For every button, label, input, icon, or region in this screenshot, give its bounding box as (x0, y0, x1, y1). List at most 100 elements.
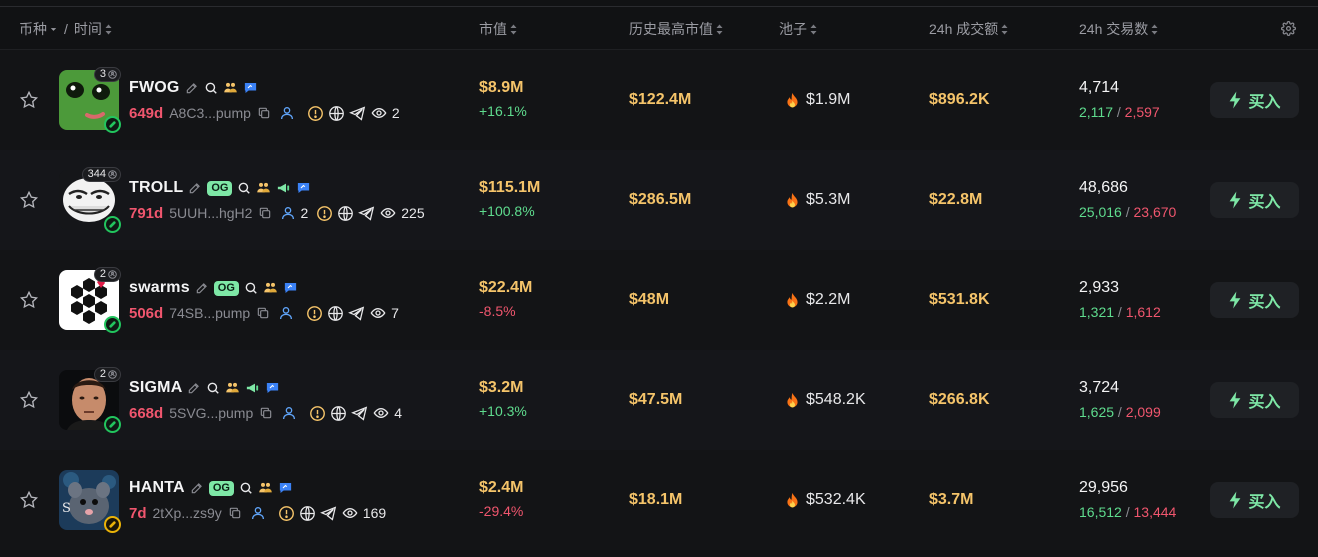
search-icon[interactable] (206, 381, 220, 395)
edit-pencil-icon[interactable] (190, 481, 204, 495)
token-symbol[interactable]: swarms (129, 279, 190, 297)
token-symbol[interactable]: FWOG (129, 79, 180, 97)
column-txns[interactable]: 24h 交易数 (1079, 7, 1158, 51)
user-icon[interactable] (280, 205, 296, 221)
column-pool[interactable]: 池子 (779, 7, 817, 51)
contract-address[interactable]: 5SVG...pump (169, 405, 253, 421)
holders-badge: 344 (81, 167, 121, 182)
warning-icon[interactable] (306, 305, 323, 322)
favorite-star-icon[interactable] (19, 90, 39, 110)
search-icon[interactable] (204, 81, 218, 95)
time-column-label[interactable]: 时间 (74, 19, 102, 39)
sells-count: 2,597 (1124, 104, 1160, 120)
edit-pencil-icon[interactable] (187, 381, 201, 395)
ath-market-cap: $48M (629, 291, 670, 308)
token-symbol[interactable]: HANTA (129, 479, 185, 497)
website-globe-icon[interactable] (327, 305, 344, 322)
contract-address[interactable]: 2tXp...zs9y (153, 505, 222, 521)
copy-icon[interactable] (258, 206, 272, 220)
token-info-line: 668d 5SVG...pump 4 (129, 403, 402, 423)
table-row[interactable]: 2 swarms OG 506d 74SB...pump 7 $22.4M -8.5% $48M… (0, 250, 1318, 350)
token-column-label[interactable]: 币种 (19, 19, 47, 39)
sort-icon[interactable] (810, 24, 817, 35)
telegram-icon[interactable] (358, 205, 375, 222)
dev-holders-icon (223, 81, 238, 95)
website-globe-icon[interactable] (328, 105, 345, 122)
token-info-line: 791d 5UUH...hgH2 2 225 (129, 203, 425, 223)
sort-icon[interactable] (716, 24, 723, 35)
token-avatar[interactable]: 344 (59, 167, 121, 233)
contract-address[interactable]: 5UUH...hgH2 (169, 205, 252, 221)
warning-icon[interactable] (309, 405, 326, 422)
copy-icon[interactable] (256, 306, 270, 320)
token-avatar[interactable]: 2 (59, 267, 121, 333)
search-icon[interactable] (239, 481, 253, 495)
edit-pencil-icon[interactable] (188, 181, 202, 195)
warning-icon[interactable] (307, 105, 324, 122)
token-symbol[interactable]: TROLL (129, 179, 183, 197)
sort-icon[interactable] (1151, 24, 1158, 35)
column-volume[interactable]: 24h 成交额 (929, 7, 1008, 51)
chat-icon[interactable] (243, 81, 258, 95)
fire-icon (785, 92, 800, 109)
og-badge: OG (213, 280, 239, 296)
search-icon[interactable] (244, 281, 258, 295)
market-cap-change: +10.3% (479, 403, 527, 419)
user-icon[interactable] (250, 505, 266, 521)
token-avatar[interactable]: S (59, 470, 121, 533)
token-avatar[interactable]: 3 (59, 67, 121, 133)
sort-icon[interactable] (510, 24, 517, 35)
user-icon[interactable] (278, 305, 294, 321)
dev-holders-icon (258, 481, 273, 495)
table-row[interactable]: 2 SIGMA 668d 5SVG...pump 4 $3.2M +10.3% $47.5M $… (0, 350, 1318, 450)
table-row[interactable]: 3 FWOG 649d A8C3...pump 2 $8.9M +16.1% $122.4M $… (0, 50, 1318, 150)
column-mcap[interactable]: 市值 (479, 7, 517, 51)
favorite-star-icon[interactable] (19, 390, 39, 410)
market-cap: $2.4M (479, 479, 524, 496)
buy-button[interactable]: 买入 (1210, 382, 1299, 418)
edit-pencil-icon[interactable] (185, 81, 199, 95)
contract-address[interactable]: 74SB...pump (169, 305, 250, 321)
search-icon[interactable] (237, 181, 251, 195)
chat-icon[interactable] (278, 481, 293, 495)
chat-icon[interactable] (296, 181, 311, 195)
table-row[interactable]: S HANTA OG 7d 2tXp...zs9y 169 $2.4M -29.4% $18.1… (0, 450, 1318, 550)
website-globe-icon[interactable] (299, 505, 316, 522)
user-icon[interactable] (279, 105, 295, 121)
sort-icon[interactable] (1001, 24, 1008, 35)
buy-button[interactable]: 买入 (1210, 282, 1299, 318)
edit-pencil-icon[interactable] (195, 281, 209, 295)
website-globe-icon[interactable] (330, 405, 347, 422)
favorite-star-icon[interactable] (19, 290, 39, 310)
telegram-icon[interactable] (351, 405, 368, 422)
token-symbol[interactable]: SIGMA (129, 379, 182, 397)
table-row[interactable]: 344 TROLL OG 791d 5UUH...hgH2 2 225 $115.1M +100… (0, 150, 1318, 250)
buy-button-label: 买入 (1248, 94, 1281, 111)
sort-icon[interactable] (105, 24, 112, 35)
contract-address[interactable]: A8C3...pump (169, 105, 251, 121)
telegram-icon[interactable] (348, 105, 366, 122)
chat-icon[interactable] (265, 381, 280, 395)
favorite-star-icon[interactable] (19, 490, 39, 510)
ath-market-cap: $286.5M (629, 191, 692, 208)
warning-icon[interactable] (316, 205, 333, 222)
user-icon[interactable] (281, 405, 297, 421)
copy-icon[interactable] (228, 506, 242, 520)
buy-button[interactable]: 买入 (1210, 182, 1299, 218)
warning-icon[interactable] (278, 505, 295, 522)
website-globe-icon[interactable] (337, 205, 354, 222)
column-token-time[interactable]: 币种 / 时间 (19, 7, 112, 51)
copy-icon[interactable] (259, 406, 273, 420)
telegram-icon[interactable] (348, 305, 365, 322)
buy-button[interactable]: 买入 (1210, 482, 1299, 518)
copy-icon[interactable] (257, 106, 271, 120)
buy-button-label: 买入 (1248, 394, 1281, 411)
token-avatar[interactable]: 2 (59, 367, 121, 433)
favorite-star-icon[interactable] (19, 190, 39, 210)
telegram-icon[interactable] (319, 505, 337, 522)
buy-button[interactable]: 买入 (1210, 82, 1299, 118)
txns-24h: 2,933 (1079, 279, 1120, 296)
chat-icon[interactable] (283, 281, 298, 295)
settings-gear-icon[interactable] (1281, 21, 1296, 41)
column-ath[interactable]: 历史最高市值 (629, 7, 723, 51)
